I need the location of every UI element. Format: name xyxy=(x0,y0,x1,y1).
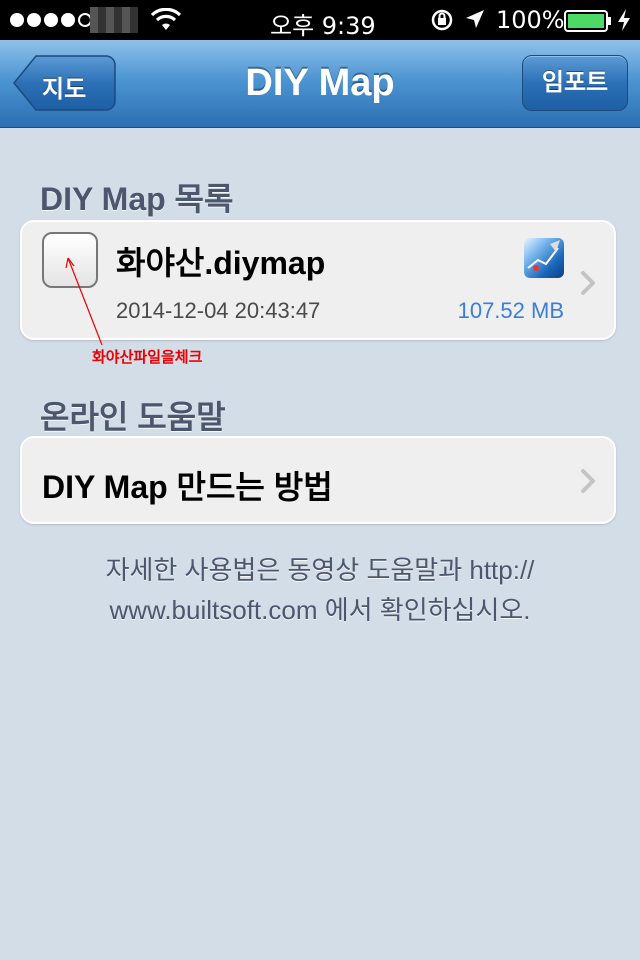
status-time: 오후 9:39 xyxy=(270,12,376,40)
annotation-arrow xyxy=(65,257,103,346)
section-header-diy-map-list: DIY Map 목록 xyxy=(40,181,234,217)
help-list-group: DIY Map 만드는 방법 xyxy=(20,436,616,524)
help-footer-line-1: 자세한 사용법은 동영상 도움말과 http:// xyxy=(105,555,535,585)
battery-percentage: 100% xyxy=(496,6,565,34)
chevron-right-icon xyxy=(581,271,595,295)
navigation-bar: 지도 DIY Map 임포트 xyxy=(0,40,640,128)
map-thumbnail-icon xyxy=(524,238,564,278)
annotation-label: 화야산파일을체크 xyxy=(92,349,203,366)
file-name: 화야산.diymap xyxy=(116,245,326,281)
help-footer-line-2: www.builtsoft.com 에서 확인하십시오. xyxy=(109,595,531,625)
carrier-name-redacted xyxy=(90,7,138,33)
help-footer-text: 자세한 사용법은 동영상 도움말과 http:// www.builtsoft.… xyxy=(40,550,600,630)
chevron-right-icon xyxy=(581,469,595,493)
signal-strength-icon xyxy=(10,13,92,27)
rotation-lock-icon xyxy=(431,9,453,31)
help-item-how-to-make[interactable]: DIY Map 만드는 방법 xyxy=(22,438,614,522)
wifi-icon xyxy=(150,8,182,30)
help-item-label: DIY Map 만드는 방법 xyxy=(42,469,333,505)
status-bar: 오후 9:39 100% xyxy=(0,0,640,40)
location-arrow-icon xyxy=(466,10,484,28)
file-date: 2014-12-04 20:43:47 xyxy=(116,298,321,323)
battery-icon xyxy=(564,10,611,32)
import-button[interactable]: 임포트 xyxy=(522,55,628,111)
file-size: 107.52 MB xyxy=(457,298,564,323)
charging-bolt-icon xyxy=(618,9,630,31)
section-header-online-help: 온라인 도움말 xyxy=(40,399,226,435)
